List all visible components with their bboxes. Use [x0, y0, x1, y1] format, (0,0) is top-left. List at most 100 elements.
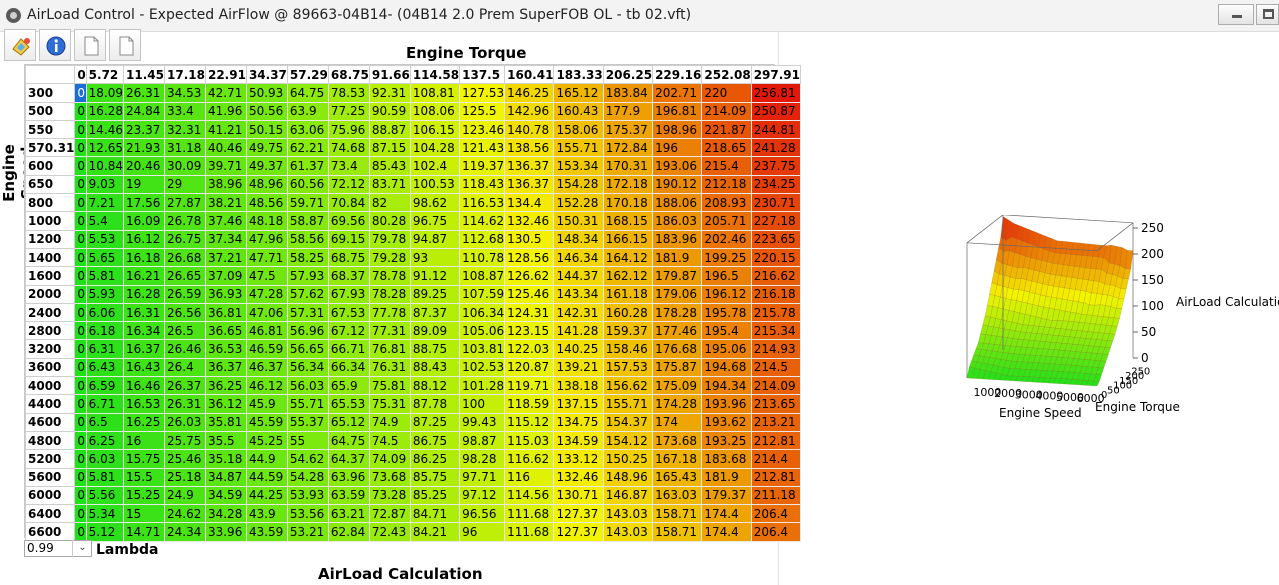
table-cell[interactable]: 55.71	[286, 394, 329, 414]
table-cell[interactable]: 59.71	[286, 193, 329, 213]
table-cell[interactable]: 55	[286, 430, 329, 451]
table-cell[interactable]: 63.59	[327, 485, 370, 506]
table-cell[interactable]: 134.59	[553, 430, 604, 451]
table-cell[interactable]: 23.37	[123, 119, 165, 140]
table-cell[interactable]: 205.71	[701, 211, 752, 231]
table-cell[interactable]: 0	[74, 247, 87, 268]
table-cell[interactable]: 96	[459, 522, 506, 542]
table-cell[interactable]: 179.87	[652, 266, 703, 286]
table-cell[interactable]: 16.53	[123, 394, 165, 414]
table-cell[interactable]: 54.28	[286, 467, 329, 487]
table-cell[interactable]: 35.18	[204, 449, 247, 469]
table-cell[interactable]: 25.46	[164, 449, 206, 469]
table-cell[interactable]: 154.37	[602, 412, 654, 432]
table-cell[interactable]: 85.43	[368, 156, 411, 176]
table-cell[interactable]: 83.71	[368, 174, 411, 195]
table-cell[interactable]: 36.53	[204, 339, 247, 359]
table-cell[interactable]: 132.46	[504, 211, 555, 231]
table-cell[interactable]: 216.62	[750, 266, 802, 286]
table-cell[interactable]: 50.93	[245, 83, 288, 103]
table-cell[interactable]: 133.12	[553, 449, 604, 469]
table-cell[interactable]: 15.5	[123, 467, 165, 487]
table-cell[interactable]: 46.12	[245, 376, 288, 396]
table-cell[interactable]: 140.25	[553, 339, 604, 359]
table-cell[interactable]: 97.12	[459, 485, 506, 506]
table-cell[interactable]: 0	[74, 394, 87, 414]
table-cell[interactable]: 196.5	[701, 266, 752, 286]
table-cell[interactable]: 6.59	[85, 376, 125, 396]
table-cell[interactable]: 115.03	[504, 430, 555, 451]
table-cell[interactable]: 104.28	[409, 138, 461, 158]
table-cell[interactable]: 64.75	[327, 430, 370, 451]
table-cell[interactable]: 12.65	[85, 138, 125, 158]
table-cell[interactable]: 215.4	[701, 156, 752, 176]
table-cell[interactable]: 143.03	[602, 504, 654, 524]
table-cell[interactable]: 34.28	[204, 504, 247, 524]
table-cell[interactable]: 16.18	[123, 247, 165, 268]
data-grid[interactable]: 0 5.72 11.45 17.18 22.91 34.37 57.29 68.75 91.66…	[24, 64, 802, 542]
new-page-button[interactable]	[74, 29, 106, 61]
table-cell[interactable]: 6.31	[85, 339, 125, 359]
table-cell[interactable]: 170.18	[602, 193, 654, 213]
table-cell[interactable]: 56.96	[286, 321, 329, 341]
table-cell[interactable]: 6.5	[85, 412, 125, 432]
table-cell[interactable]: 47.5	[245, 266, 288, 286]
table-cell[interactable]: 211.18	[750, 485, 802, 506]
table-cell[interactable]: 146.34	[553, 247, 604, 268]
table-cell[interactable]: 190.12	[652, 174, 703, 195]
table-cell[interactable]: 32.31	[164, 119, 206, 140]
table-cell[interactable]: 5.81	[85, 266, 125, 286]
table-cell[interactable]: 24.34	[164, 522, 206, 542]
table-cell[interactable]: 172.84	[602, 138, 654, 158]
table-cell[interactable]: 110.78	[459, 247, 506, 268]
table-cell[interactable]: 41.21	[204, 119, 247, 140]
table-cell[interactable]: 9.03	[85, 174, 125, 195]
table-cell[interactable]: 63.21	[327, 504, 370, 524]
table-cell[interactable]: 183.84	[602, 83, 654, 103]
table-cell[interactable]: 57.31	[286, 302, 329, 323]
table-cell[interactable]: 114.56	[504, 485, 555, 506]
table-cell[interactable]: 0	[74, 174, 87, 195]
table-cell[interactable]: 0	[74, 376, 87, 396]
table-cell[interactable]: 125.5	[459, 101, 506, 121]
table-cell[interactable]: 78.78	[368, 266, 411, 286]
table-cell[interactable]: 88.75	[409, 339, 461, 359]
table-cell[interactable]: 98.62	[409, 193, 461, 213]
table-cell[interactable]: 16.37	[123, 339, 165, 359]
table-cell[interactable]: 26.31	[123, 83, 165, 103]
table-cell[interactable]: 77.31	[368, 321, 411, 341]
table-cell[interactable]: 63.06	[286, 119, 329, 140]
table-cell[interactable]: 148.34	[553, 229, 604, 249]
table-cell[interactable]: 16.12	[123, 229, 165, 249]
table-cell[interactable]: 25.18	[164, 467, 206, 487]
table-cell[interactable]: 157.53	[602, 357, 654, 378]
table-cell[interactable]: 162.12	[602, 266, 654, 286]
table-cell[interactable]: 56.03	[286, 376, 329, 396]
table-cell[interactable]: 75.31	[368, 394, 411, 414]
table-cell[interactable]: 76.81	[368, 339, 411, 359]
table-cell[interactable]: 36.81	[204, 302, 247, 323]
table-cell[interactable]: 26.03	[164, 412, 206, 432]
table-cell[interactable]: 6.18	[85, 321, 125, 341]
table-cell[interactable]: 148.96	[602, 467, 654, 487]
table-cell[interactable]: 47.28	[245, 284, 288, 304]
table-cell[interactable]: 69.15	[327, 229, 370, 249]
table-cell[interactable]: 90.59	[368, 101, 411, 121]
table-cell[interactable]: 250.87	[750, 101, 802, 121]
table-cell[interactable]: 87.78	[409, 394, 461, 414]
table-cell[interactable]: 111.68	[504, 522, 555, 542]
table-cell[interactable]: 152.28	[553, 193, 604, 213]
table-cell[interactable]: 174.4	[701, 522, 752, 542]
table-cell[interactable]: 45.25	[245, 430, 288, 451]
table-cell[interactable]: 78.53	[327, 83, 370, 103]
table-cell[interactable]: 94.87	[409, 229, 461, 249]
table-cell[interactable]: 196.12	[701, 284, 752, 304]
table-cell[interactable]: 108.06	[409, 101, 461, 121]
table-cell[interactable]: 72.87	[368, 504, 411, 524]
table-cell[interactable]: 183.96	[652, 229, 703, 249]
table-cell[interactable]: 119.37	[459, 156, 506, 176]
table-cell[interactable]: 17.56	[123, 193, 165, 213]
table-cell[interactable]: 86.25	[409, 449, 461, 469]
table-cell[interactable]: 165.12	[553, 83, 604, 103]
table-cell[interactable]: 86.75	[409, 430, 461, 451]
